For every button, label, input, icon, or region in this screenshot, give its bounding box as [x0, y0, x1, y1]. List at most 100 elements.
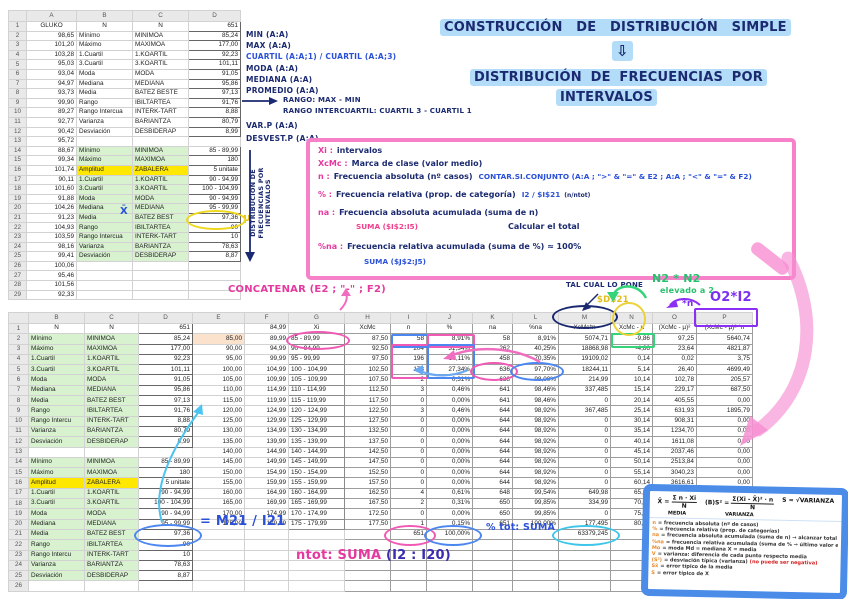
- sheet2-corner[interactable]: [8, 312, 29, 324]
- cell-O14[interactable]: 2513,84: [652, 456, 697, 469]
- cell-J20[interactable]: 0,15%: [426, 518, 473, 530]
- row-header2-8[interactable]: 8: [8, 395, 29, 407]
- cell-B23[interactable]: Rango Intercu: [28, 549, 85, 561]
- cell-C5[interactable]: 3.KOARTIL: [132, 59, 189, 70]
- cell-M26[interactable]: [558, 580, 611, 592]
- cell-B6[interactable]: Moda: [28, 374, 85, 386]
- cell-I1[interactable]: n: [390, 322, 427, 335]
- cell-D14[interactable]: 85 - 89,99: [188, 145, 241, 157]
- cell-A24[interactable]: 98,16: [26, 241, 77, 253]
- cell-D9[interactable]: 91,76: [188, 97, 241, 109]
- cell-C25[interactable]: DESBIDERAP: [132, 251, 189, 262]
- row-header2-22[interactable]: 22: [8, 539, 29, 551]
- cell-A18[interactable]: 101,60: [26, 184, 77, 195]
- cell-I15[interactable]: 0: [390, 467, 427, 479]
- row-header-17[interactable]: 17: [8, 174, 27, 186]
- cell-D2[interactable]: 85,24: [188, 30, 241, 42]
- cell-C2[interactable]: MINIMOA: [84, 333, 139, 345]
- row-header2-15[interactable]: 15: [8, 467, 29, 479]
- row-header2-14[interactable]: 14: [8, 456, 29, 469]
- cell-E16[interactable]: 155,00: [192, 477, 245, 489]
- cell-K1[interactable]: na: [472, 322, 513, 335]
- cell-F16[interactable]: 159,99: [244, 477, 289, 489]
- cell-G13[interactable]: 140 - 144,99: [288, 446, 345, 458]
- cell-F14[interactable]: 149,99: [244, 456, 289, 469]
- cell-C1[interactable]: N: [84, 322, 139, 335]
- cell-J19[interactable]: 0,00%: [426, 508, 473, 520]
- cell-E5[interactable]: 100,00: [192, 364, 245, 376]
- cell-L12[interactable]: 98,92%: [512, 436, 559, 448]
- cell-C19[interactable]: MODA: [132, 193, 189, 205]
- column-header2-E[interactable]: E: [192, 312, 245, 324]
- cell-C15[interactable]: MAXIMOA: [84, 467, 139, 479]
- cell-L23[interactable]: [512, 549, 559, 561]
- cell-L10[interactable]: 98,92%: [512, 415, 559, 427]
- cell-F10[interactable]: 129,99: [244, 415, 289, 427]
- cell-N7[interactable]: 15,14: [610, 384, 653, 397]
- cell-E17[interactable]: 160,00: [192, 487, 245, 500]
- cell-C18[interactable]: 3.KOARTIL: [84, 498, 139, 510]
- cell-L22[interactable]: [512, 539, 559, 551]
- cell-E10[interactable]: 125,00: [192, 415, 245, 427]
- cell-D23[interactable]: 10: [188, 232, 241, 243]
- column-header-A[interactable]: A: [26, 10, 77, 22]
- cell-B2[interactable]: Mínimo: [76, 30, 133, 42]
- cell-C6[interactable]: MODA: [132, 68, 189, 80]
- cell-M18[interactable]: 334,99: [558, 498, 611, 510]
- row-header2-6[interactable]: 6: [8, 374, 29, 386]
- row-header-29[interactable]: 29: [8, 289, 27, 301]
- row-header-1[interactable]: 1: [8, 21, 27, 32]
- cell-F9[interactable]: 124,99: [244, 405, 289, 417]
- cell-A3[interactable]: 101,20: [26, 40, 77, 51]
- cell-M25[interactable]: [558, 570, 611, 582]
- cell-G7[interactable]: 110 - 114,99: [288, 384, 345, 397]
- cell-C17[interactable]: 1.KOARTIL: [84, 487, 139, 500]
- column-header2-D[interactable]: D: [138, 312, 193, 324]
- row-header-26[interactable]: 26: [8, 260, 27, 272]
- cell-L13[interactable]: 98,92%: [512, 446, 559, 458]
- cell-L17[interactable]: 99,54%: [512, 487, 559, 500]
- cell-D12[interactable]: 8,99: [138, 436, 193, 448]
- cell-G15[interactable]: 150 - 154,99: [288, 467, 345, 479]
- cell-E6[interactable]: 105,00: [192, 374, 245, 386]
- cell-L8[interactable]: 98,46%: [512, 395, 559, 407]
- cell-B16[interactable]: Amplitud: [76, 164, 133, 176]
- cell-B8[interactable]: Media: [76, 88, 133, 99]
- column-header2-B[interactable]: B: [28, 312, 85, 324]
- row-header-2[interactable]: 2: [8, 30, 27, 42]
- cell-P12[interactable]: 0,00: [696, 436, 753, 448]
- cell-D19[interactable]: 90 - 94,99: [188, 193, 241, 205]
- cell-I18[interactable]: 2: [390, 498, 427, 510]
- cell-B28[interactable]: [76, 280, 133, 291]
- cell-L18[interactable]: 99,85%: [512, 498, 559, 510]
- cell-M23[interactable]: [558, 549, 611, 561]
- cell-I6[interactable]: 2: [390, 374, 427, 386]
- cell-J21[interactable]: 100,00%: [426, 528, 473, 541]
- cell-M13[interactable]: 0: [558, 446, 611, 458]
- cell-B5[interactable]: 3.Cuartil: [76, 59, 133, 70]
- cell-G6[interactable]: 105 - 109,99: [288, 374, 345, 386]
- cell-G9[interactable]: 120 - 124,99: [288, 405, 345, 417]
- cell-D4[interactable]: 92,23: [188, 49, 241, 61]
- cell-G3[interactable]: 90 - 94,99: [288, 343, 345, 355]
- row-header2-21[interactable]: 21: [8, 528, 29, 541]
- cell-E26[interactable]: [192, 580, 245, 592]
- cell-E24[interactable]: [192, 559, 245, 572]
- cell-C16[interactable]: ZABALERA: [84, 477, 139, 489]
- cell-E1[interactable]: [192, 322, 245, 335]
- cell-P8[interactable]: 0,00: [696, 395, 753, 407]
- cell-J11[interactable]: 0,00%: [426, 425, 473, 438]
- cell-K24[interactable]: [472, 559, 513, 572]
- cell-N2[interactable]: -9,86: [610, 333, 653, 345]
- cell-J7[interactable]: 0,46%: [426, 384, 473, 397]
- cell-O6[interactable]: 102,78: [652, 374, 697, 386]
- cell-L9[interactable]: 98,92%: [512, 405, 559, 417]
- cell-A26[interactable]: 100,06: [26, 260, 77, 272]
- cell-F11[interactable]: 134,99: [244, 425, 289, 438]
- cell-P15[interactable]: 0,00: [696, 467, 753, 479]
- cell-P3[interactable]: 4821,87: [696, 343, 753, 355]
- cell-H14[interactable]: 147,50: [344, 456, 391, 469]
- cell-P9[interactable]: 1895,79: [696, 405, 753, 417]
- cell-D27[interactable]: [188, 270, 241, 282]
- cell-P5[interactable]: 4699,49: [696, 364, 753, 376]
